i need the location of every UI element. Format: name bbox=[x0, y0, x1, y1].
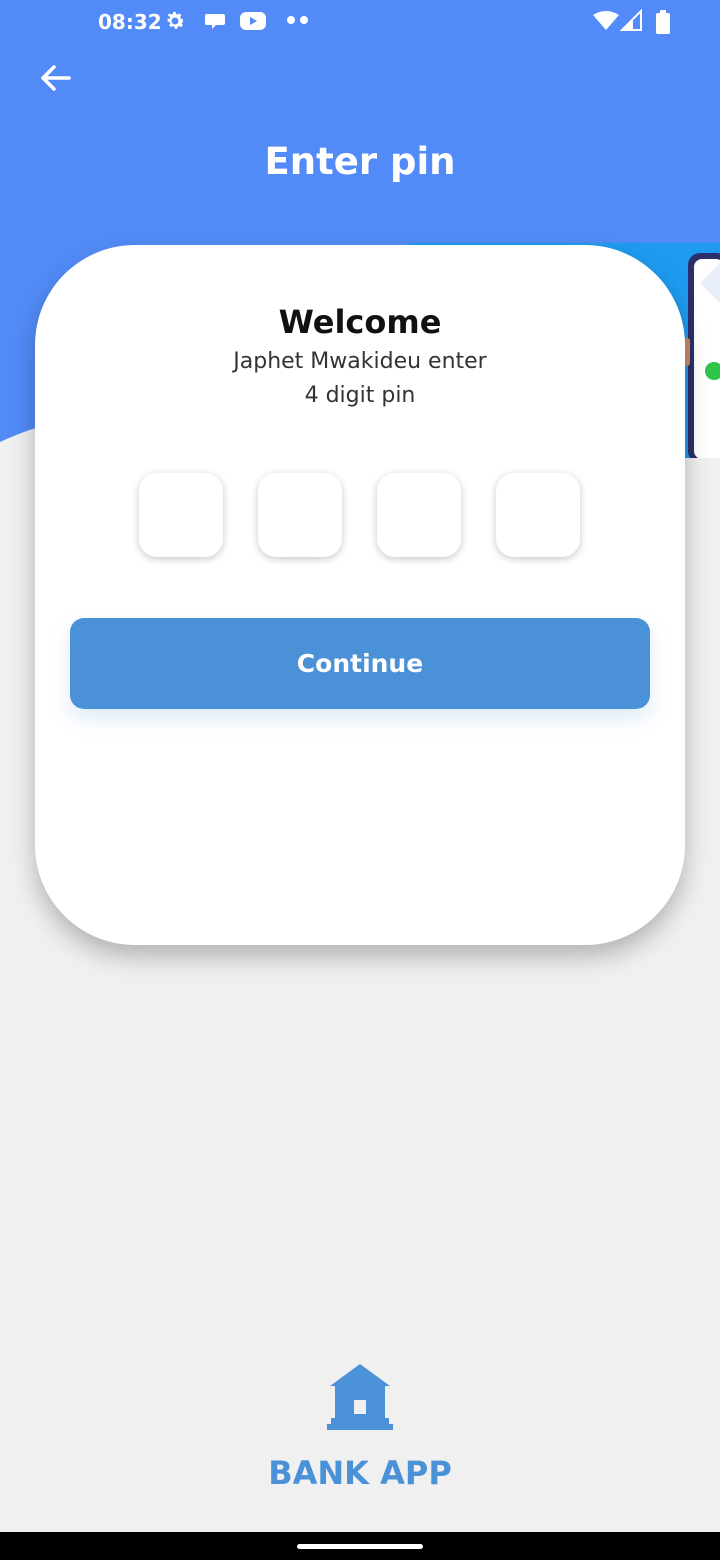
bank-icon bbox=[327, 1364, 393, 1430]
battery-icon bbox=[656, 10, 670, 34]
pin-digit-4[interactable] bbox=[496, 473, 580, 557]
app-name: BANK APP bbox=[268, 1454, 452, 1492]
page-title: Enter pin bbox=[264, 140, 456, 183]
status-bar: 08:32 bbox=[0, 0, 720, 42]
navigation-bar bbox=[0, 1532, 720, 1560]
home-handle[interactable] bbox=[297, 1544, 423, 1549]
subtitle-line-1: Japhet Mwakideu enter bbox=[233, 349, 487, 374]
pin-digit-1[interactable] bbox=[139, 473, 223, 557]
pin-digit-3[interactable] bbox=[377, 473, 461, 557]
gear-icon bbox=[167, 11, 185, 29]
youtube-icon bbox=[240, 12, 266, 30]
chat-icon bbox=[205, 14, 225, 29]
arrow-left-icon[interactable] bbox=[36, 58, 76, 98]
continue-button[interactable]: Continue bbox=[70, 618, 650, 709]
pin-card: Welcome Japhet Mwakideu enter 4 digit pi… bbox=[35, 245, 685, 945]
wifi-icon bbox=[593, 11, 619, 30]
status-time: 08:32 bbox=[98, 10, 162, 34]
more-dots-icon bbox=[287, 16, 308, 24]
welcome-heading: Welcome bbox=[278, 303, 442, 341]
subtitle-line-2: 4 digit pin bbox=[304, 383, 416, 408]
pin-digit-2[interactable] bbox=[258, 473, 342, 557]
cell-signal-icon bbox=[620, 9, 642, 31]
